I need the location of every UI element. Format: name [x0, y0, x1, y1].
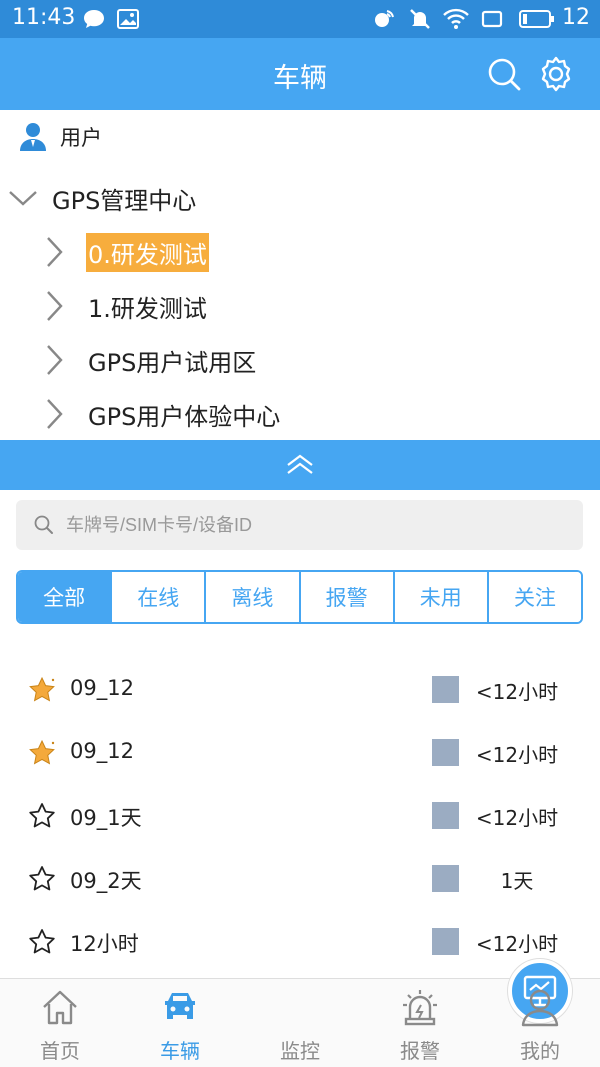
star-filled-icon[interactable]	[28, 739, 56, 767]
tree-item-rd-test-1[interactable]: 1.研发测试	[44, 282, 209, 330]
tab-followed[interactable]: 关注	[486, 572, 581, 622]
vehicle-search-box	[16, 500, 583, 550]
chevron-right-icon	[47, 237, 63, 267]
status-square	[432, 676, 459, 703]
nav-home[interactable]: 首页	[0, 979, 120, 1067]
vehicle-name: 09_1天	[70, 806, 142, 830]
vehicle-search-input[interactable]	[66, 514, 546, 536]
vehicle-name: 09_12	[70, 676, 134, 700]
profile-icon	[521, 989, 559, 1027]
list-item[interactable]: 12小时 <12小时	[0, 910, 600, 973]
vehicle-name: 09_12	[70, 739, 134, 763]
filter-tabs: 全部 在线 离线 报警 未用 关注	[16, 570, 583, 624]
user-label: 用户	[60, 126, 102, 150]
star-outline-icon[interactable]	[28, 865, 56, 893]
battery-icon	[518, 8, 556, 30]
app-header: 车辆	[0, 38, 600, 110]
hotspot-icon	[372, 8, 396, 30]
search-icon	[488, 58, 521, 91]
list-item[interactable]: 09_12 <12小时	[0, 658, 600, 721]
tree-item-label: GPS用户体验中心	[88, 402, 281, 431]
settings-button[interactable]	[536, 54, 576, 94]
tab-alarm[interactable]: 报警	[298, 572, 393, 622]
nav-monitor[interactable]: 监控	[240, 959, 572, 1067]
status-square	[432, 739, 459, 766]
vehicle-duration: <12小时	[475, 806, 559, 830]
tree-item-label: 1.研发测试	[88, 294, 207, 323]
tree-root-label: GPS管理中心	[52, 186, 197, 215]
status-square	[432, 802, 459, 829]
tree-root-gps-center[interactable]: GPS管理中心	[8, 176, 196, 220]
alarm-icon	[403, 990, 437, 1026]
tree-item-trial-area[interactable]: GPS用户试用区	[44, 336, 258, 384]
status-time: 11:43	[12, 5, 76, 30]
chevron-down-icon	[9, 191, 37, 206]
vehicle-name: 12小时	[70, 932, 139, 956]
status-square	[432, 865, 459, 892]
star-filled-icon[interactable]	[28, 676, 56, 704]
collapse-tree-button[interactable]	[0, 440, 600, 490]
list-item[interactable]: 09_1天 <12小时	[0, 784, 600, 847]
chevron-right-icon	[47, 345, 63, 375]
nav-label: 车辆	[160, 1039, 200, 1063]
vehicle-duration: 1天	[500, 869, 534, 893]
nav-label: 我的	[520, 1039, 560, 1063]
user-icon	[20, 123, 46, 151]
vehicle-name: 09_2天	[70, 869, 142, 893]
nav-label: 报警	[400, 1039, 440, 1063]
mute-icon	[408, 8, 432, 30]
home-icon	[43, 990, 77, 1025]
star-outline-icon[interactable]	[28, 928, 56, 956]
tab-all[interactable]: 全部	[18, 572, 111, 622]
chevron-right-icon	[47, 399, 63, 429]
chevron-right-icon	[47, 291, 63, 321]
vehicle-duration: <12小时	[475, 932, 559, 956]
status-square	[432, 928, 459, 955]
battery-level: 12	[562, 5, 590, 30]
nav-label: 监控	[280, 1039, 320, 1063]
screen-icon	[480, 8, 504, 30]
list-item[interactable]: 09_12 <12小时	[0, 721, 600, 784]
message-icon	[82, 8, 106, 30]
nav-vehicles[interactable]: 车辆	[120, 979, 240, 1067]
search-button[interactable]	[484, 54, 524, 94]
tree-item-label: 0.研发测试	[86, 232, 209, 272]
tab-offline[interactable]: 离线	[204, 572, 299, 622]
double-chevron-up-icon	[287, 454, 313, 474]
group-tree: 用户 GPS管理中心 0.研发测试 1.研发测试 GPS用户试用区 GPS用户体…	[0, 110, 600, 440]
tree-item-rd-test-0[interactable]: 0.研发测试	[44, 228, 209, 276]
nav-profile[interactable]: 我的	[480, 979, 600, 1067]
car-icon	[165, 993, 195, 1019]
tree-item-experience-center[interactable]: GPS用户体验中心	[44, 390, 282, 438]
nav-alarm[interactable]: 报警	[360, 979, 480, 1067]
user-row[interactable]: 用户	[18, 120, 102, 154]
image-notification-icon	[116, 8, 140, 30]
tab-unused[interactable]: 未用	[392, 572, 487, 622]
tree-item-label: GPS用户试用区	[88, 348, 257, 377]
star-outline-icon[interactable]	[28, 802, 56, 830]
vehicle-list: 09_12 <12小时 09_12 <12小时 09_1天 <12小时 09_2…	[0, 658, 600, 973]
gear-icon	[541, 56, 571, 92]
tab-online[interactable]: 在线	[110, 572, 205, 622]
list-item[interactable]: 09_2天 1天	[0, 847, 600, 910]
search-icon	[34, 515, 53, 534]
bottom-navigation: 首页 车辆 监控 报警 我的	[0, 959, 600, 1067]
wifi-icon	[442, 8, 470, 30]
nav-label: 首页	[40, 1039, 80, 1063]
vehicle-duration: <12小时	[475, 680, 559, 704]
vehicle-duration: <12小时	[475, 743, 559, 767]
status-bar: 11:43 12	[0, 0, 600, 38]
